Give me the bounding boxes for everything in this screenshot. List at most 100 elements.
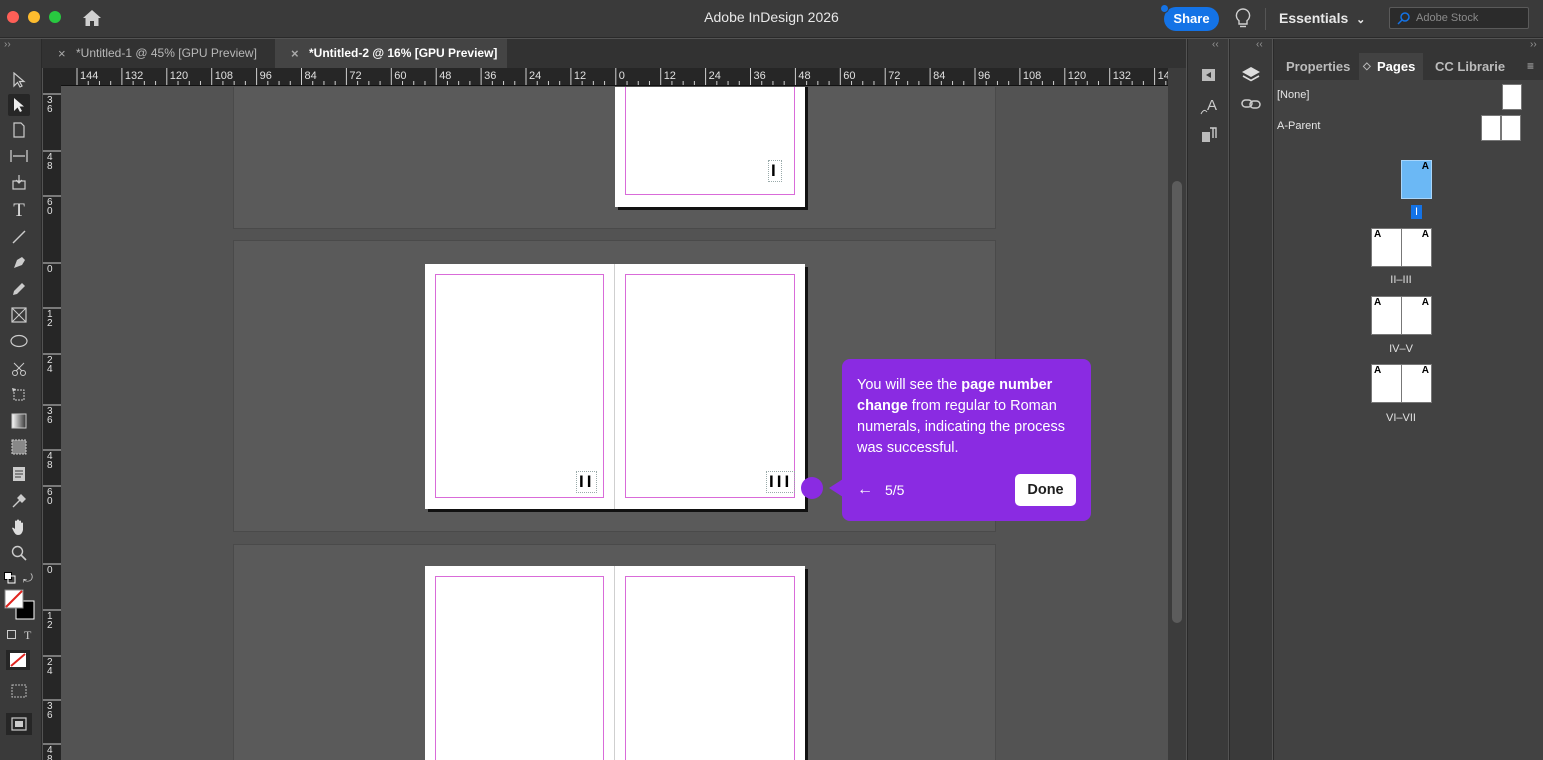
eyedropper-tool-icon[interactable] (8, 490, 30, 512)
ruler-tick-label: 132 (1112, 70, 1132, 82)
ruler-tick-label: 3 6 (47, 701, 53, 721)
rectangle-frame-tool-icon[interactable] (8, 304, 30, 326)
vertical-ruler[interactable]: 3 6 4 8 6 0 0 1 2 2 4 3 6 4 8 6 0 0 1 2 2 4 3 6 4 8 (43, 86, 61, 760)
character-styles-icon[interactable]: A (1200, 96, 1220, 121)
panel-menu-icon[interactable]: ≡ (1527, 59, 1534, 73)
svg-text:A: A (1207, 97, 1217, 114)
spread-label[interactable]: IV–V (1371, 343, 1431, 355)
apply-none-icon[interactable] (6, 650, 30, 675)
page-tool-icon[interactable] (8, 119, 30, 141)
default-fill-stroke-icon[interactable] (4, 571, 16, 589)
fill-stroke-swatch[interactable] (4, 589, 36, 626)
swap-fill-stroke-icon[interactable]: ⤾ (23, 571, 33, 586)
tooltip-text-part: You will see the (857, 377, 962, 393)
line-tool-icon[interactable] (8, 226, 30, 248)
ruler-tick-label: 48 (798, 70, 811, 82)
expand-panel-icon[interactable]: ›› (4, 39, 11, 50)
master-none[interactable]: [None] (1277, 89, 1309, 101)
expand-panel-icon[interactable]: ›› (1530, 39, 1537, 50)
search-icon (1396, 11, 1412, 30)
links-icon[interactable] (1241, 97, 1261, 116)
tab-label: *Untitled-2 @ 16% [GPU Preview] (309, 46, 498, 60)
ruler-tick-label: 4 8 (47, 745, 53, 760)
ruler-tick-label: 1 2 (47, 611, 53, 631)
master-none-thumbnail[interactable] (1502, 84, 1522, 110)
paragraph-styles-icon[interactable] (1200, 126, 1218, 149)
page-number-marker[interactable]: I (768, 160, 782, 182)
ruler-tick-label: 4 8 (47, 451, 53, 471)
tooltip-text: You will see the page number change from… (857, 375, 1076, 459)
ellipse-tool-icon[interactable] (8, 330, 30, 352)
formatting-text-icon[interactable]: T (24, 628, 31, 643)
ruler-tick-label: 0 (618, 70, 625, 82)
direct-selection-tool-icon[interactable] (8, 94, 30, 116)
lightbulb-icon[interactable] (1235, 8, 1251, 35)
formatting-container-icon[interactable] (7, 630, 16, 639)
vertical-scrollbar[interactable] (1168, 68, 1186, 760)
ruler-tick-label: 3 6 (47, 95, 53, 115)
page-number-marker[interactable]: III (766, 471, 796, 493)
gap-tool-icon[interactable] (8, 145, 30, 167)
view-mode-icon[interactable] (10, 684, 28, 703)
type-tool-icon[interactable]: T (8, 200, 30, 222)
share-button[interactable]: Share (1164, 7, 1219, 31)
spread-label[interactable]: II–III (1371, 274, 1431, 286)
pencil-tool-icon[interactable] (8, 278, 30, 300)
ruler-tick-label: 84 (304, 70, 317, 82)
page-number-marker[interactable]: II (576, 471, 598, 493)
free-transform-tool-icon[interactable] (8, 384, 30, 406)
screen-mode-icon[interactable] (6, 713, 32, 740)
page-thumbnail-vii[interactable]: A (1401, 364, 1432, 403)
tab-untitled-1[interactable]: × *Untitled-1 @ 45% [GPU Preview] (42, 39, 280, 68)
ruler-tick-label: 14 (1157, 70, 1168, 82)
master-a-parent[interactable]: A-Parent (1277, 120, 1320, 132)
page-thumbnail-iii[interactable]: A (1401, 228, 1432, 267)
hand-tool-icon[interactable] (8, 516, 30, 538)
spread-ii-iii[interactable]: II III (425, 264, 805, 509)
panel-dock-strip: ‹‹ A (1187, 39, 1228, 760)
collapse-panel-icon[interactable]: ‹‹ (1212, 39, 1219, 50)
zoom-tool-icon[interactable] (8, 542, 30, 564)
ruler-tick-label: 120 (169, 70, 189, 82)
workspace-switcher[interactable]: Essentials ⌄ (1279, 10, 1365, 26)
page-thumbnail-v[interactable]: A (1401, 296, 1432, 335)
ruler-tick-label: 132 (124, 70, 144, 82)
ruler-tick-label: 4 8 (47, 152, 53, 172)
content-collector-icon[interactable] (8, 171, 30, 193)
tab-untitled-2[interactable]: × *Untitled-2 @ 16% [GPU Preview] (275, 39, 507, 68)
page-thumbnail-vi[interactable]: A (1371, 364, 1402, 403)
page-thumbnail-ii[interactable]: A (1371, 228, 1402, 267)
close-icon[interactable]: × (58, 39, 66, 68)
spread-label[interactable]: VI–VII (1371, 412, 1431, 424)
scrollbar-thumb[interactable] (1172, 181, 1182, 623)
layers-icon[interactable] (1241, 65, 1261, 90)
horizontal-ruler[interactable]: 144 132 120 108 96 84 72 60 48 36 24 12 0 12 24 36 48 60 7… (61, 68, 1168, 86)
page-i[interactable]: I (615, 87, 805, 207)
collapse-panel-icon[interactable]: ‹‹ (1256, 39, 1263, 50)
spread-iv-v[interactable] (425, 566, 805, 760)
ruler-tick-label: 36 (753, 70, 766, 82)
master-a-right-thumbnail[interactable] (1501, 115, 1521, 141)
chevron-down-icon: ⌄ (1356, 14, 1366, 26)
ruler-origin[interactable] (43, 68, 61, 86)
tooltip-step-counter: 5/5 (885, 482, 905, 498)
master-letter: A (1421, 297, 1429, 308)
margin-guide (435, 274, 604, 498)
tab-properties[interactable]: Properties (1278, 53, 1358, 80)
page-thumbnail-iv[interactable]: A (1371, 296, 1402, 335)
tab-pages[interactable]: ◇ Pages (1359, 53, 1424, 80)
back-arrow-icon[interactable]: ← (857, 481, 873, 499)
master-a-left-thumbnail[interactable] (1481, 115, 1501, 141)
done-button[interactable]: Done (1015, 474, 1076, 506)
scissors-tool-icon[interactable] (8, 358, 30, 380)
page-thumbnail-i[interactable]: A (1401, 160, 1432, 199)
gradient-feather-tool-icon[interactable] (8, 436, 30, 458)
gradient-tool-icon[interactable] (8, 410, 30, 432)
pen-tool-icon[interactable] (8, 252, 30, 274)
tab-cc-libraries[interactable]: CC Librarie (1427, 53, 1513, 80)
note-tool-icon[interactable] (8, 463, 30, 485)
selection-tool-icon[interactable] (8, 69, 30, 91)
page-arrange-icon[interactable] (1200, 66, 1218, 89)
close-icon[interactable]: × (291, 39, 299, 68)
page-label-i[interactable]: I (1411, 205, 1422, 219)
